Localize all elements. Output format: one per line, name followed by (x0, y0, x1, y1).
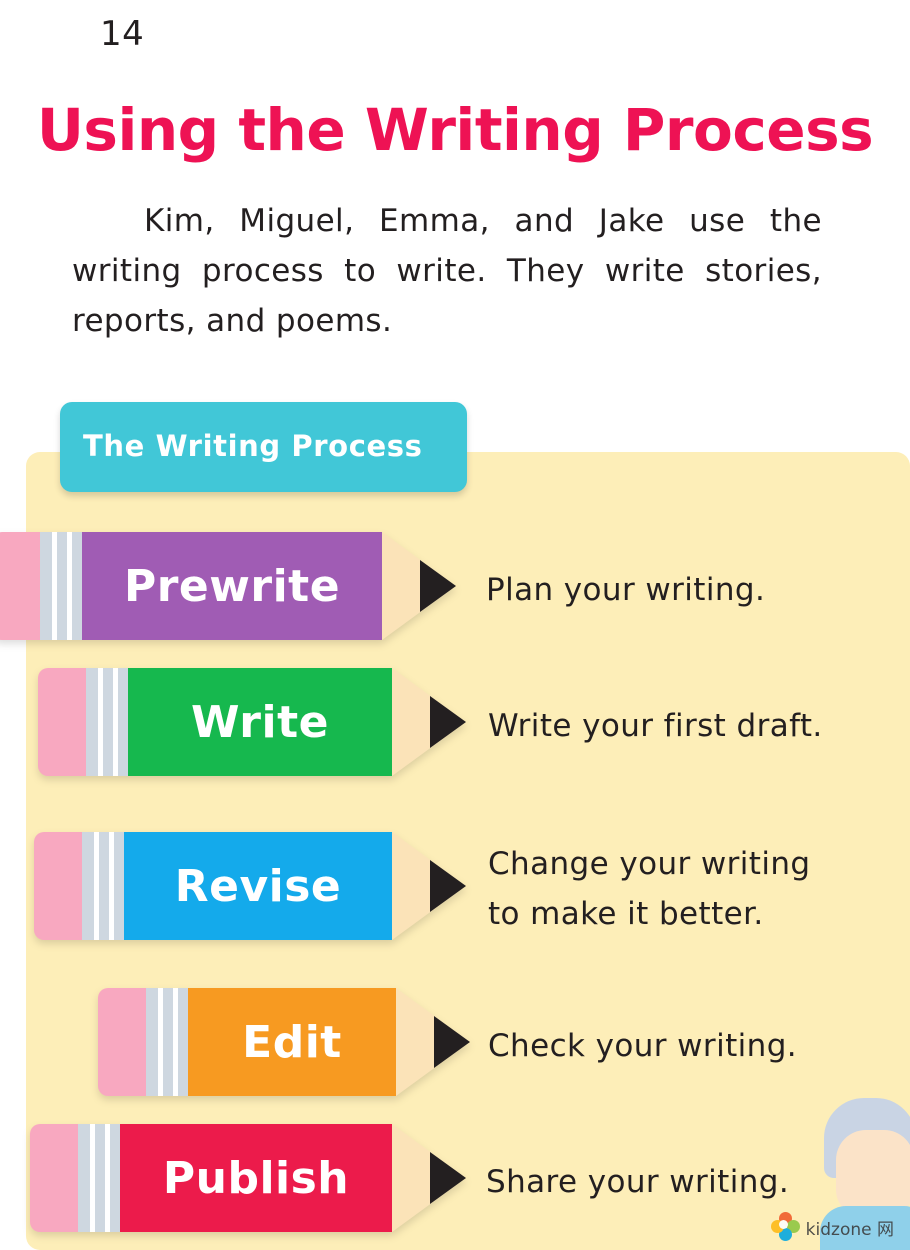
pencil-graphic-edit: Edit (98, 988, 486, 1096)
pencil-tip (430, 696, 466, 748)
step-row-publish: Publish Share your writing. (30, 1124, 890, 1232)
intro-line-1: Kim, Miguel, Emma, and Jake use the (144, 203, 822, 239)
step-row-edit: Edit Check your writing. (98, 988, 898, 1096)
step-description-write: Write your first draft. (488, 702, 823, 752)
pencil-eraser (34, 832, 88, 940)
intro-paragraph: Kim, Miguel, Emma, and Jake use the writ… (72, 196, 822, 347)
pencil-tip (420, 560, 456, 612)
step-label-publish: Publish (162, 1152, 350, 1204)
pencil-body: Revise (124, 832, 392, 940)
step-description-revise: Change your writing to make it better. (488, 840, 811, 939)
intro-line-3: reports, and poems. (72, 303, 393, 340)
pencil-tip (430, 860, 466, 912)
step-description-line-1: Plan your writing. (486, 572, 766, 608)
pencil-body: Edit (188, 988, 396, 1096)
step-description-line-1: Write your first draft. (488, 708, 823, 744)
pencil-ferrule (78, 1124, 120, 1232)
step-label-revise: Revise (174, 860, 342, 912)
pencil-eraser (38, 668, 92, 776)
step-label-write: Write (191, 696, 329, 748)
step-description-line-2: to make it better. (488, 895, 764, 932)
pencil-tip (430, 1152, 466, 1204)
step-description-line-1: Change your writing (488, 846, 811, 882)
pencil-graphic-revise: Revise (34, 832, 482, 940)
step-label-edit: Edit (242, 1016, 342, 1068)
step-description-prewrite: Plan your writing. (486, 566, 765, 616)
page-title: Using the Writing Process (36, 96, 874, 164)
pencil-body: Write (128, 668, 392, 776)
step-description-publish: Share your writing. (486, 1158, 789, 1208)
pencil-graphic-prewrite: Prewrite (0, 532, 474, 640)
pencil-eraser (98, 988, 152, 1096)
pencil-ferrule (146, 988, 188, 1096)
pencil-ferrule (40, 532, 82, 640)
intro-line-2: writing process to write. They write sto… (72, 253, 822, 290)
step-row-prewrite: Prewrite Plan your writing. (0, 532, 892, 640)
pencil-graphic-write: Write (38, 668, 482, 776)
step-description-edit: Check your writing. (488, 1022, 797, 1072)
pencil-eraser (30, 1124, 84, 1232)
step-description-line-1: Share your writing. (486, 1164, 790, 1200)
step-description-line-1: Check your writing. (488, 1028, 798, 1064)
step-row-write: Write Write your first draft. (38, 668, 898, 776)
pencil-body: Publish (120, 1124, 392, 1232)
watermark: kidzone 网 (770, 1212, 894, 1242)
pencil-ferrule (82, 832, 124, 940)
page-number: 14 (100, 14, 145, 54)
watermark-text: kidzone 网 (805, 1219, 894, 1240)
flower-icon (770, 1212, 800, 1242)
panel-header-label: The Writing Process (83, 429, 423, 463)
pencil-tip (434, 1016, 470, 1068)
step-row-revise: Revise Change your writing to make it be… (34, 832, 894, 940)
step-label-prewrite: Prewrite (123, 560, 341, 612)
pencil-graphic-publish: Publish (30, 1124, 482, 1232)
pencil-body: Prewrite (82, 532, 382, 640)
pencil-ferrule (86, 668, 128, 776)
illustration-face (836, 1130, 910, 1216)
panel-header-tab: The Writing Process (60, 402, 467, 492)
